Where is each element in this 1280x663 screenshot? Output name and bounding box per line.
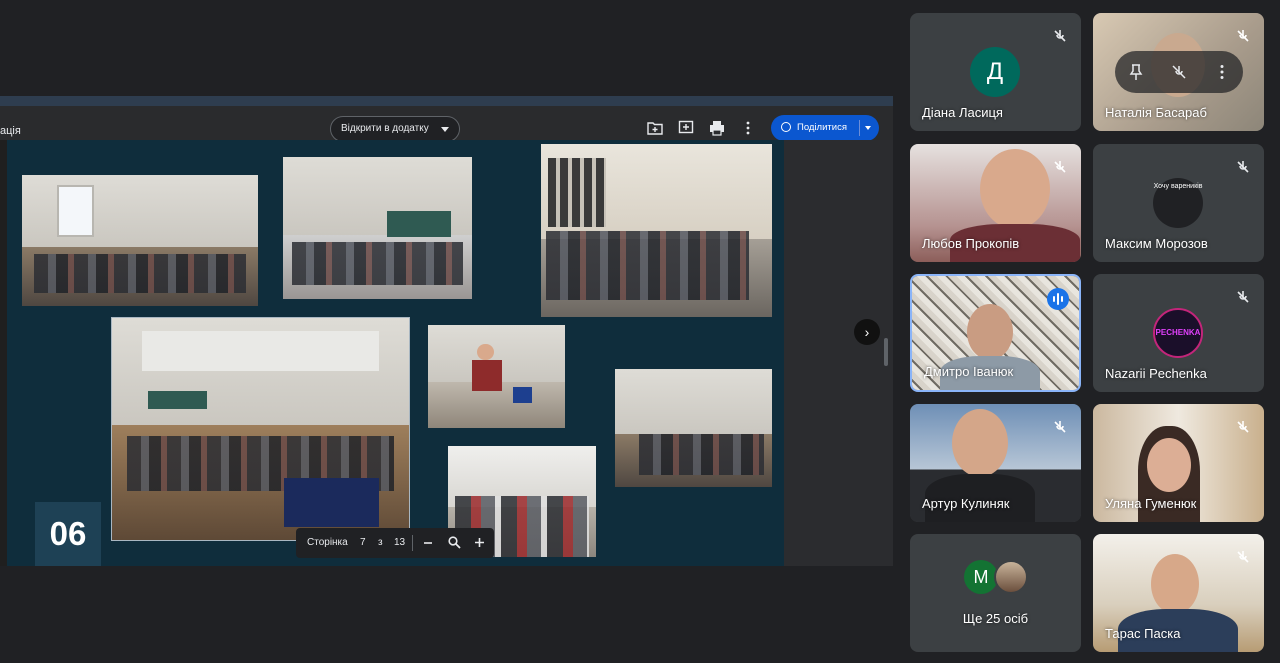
mic-off-icon [1237,421,1249,433]
share-label: Поділитися [797,122,847,133]
mic-off-icon [1054,421,1066,433]
mic-off-icon [1237,291,1249,303]
open-in-app-label: Відкрити в додатку [341,123,429,134]
participant-face [980,149,1050,229]
zoom-in-icon[interactable] [474,537,485,548]
participant-tile[interactable]: Любов Прокопів [910,144,1081,262]
document-background [784,140,893,566]
participant-name: Наталія Басараб [1105,105,1207,120]
slide-photo-computer-lab [111,317,410,541]
print-icon[interactable] [709,120,725,136]
participant-tile[interactable]: Д Діана Ласиця [910,13,1081,131]
presentation-stage: ація Відкрити в додатку Поділитися 06 Ст… [0,96,893,566]
participant-face [1151,554,1199,614]
participant-name: Артур Кулиняк [922,496,1010,511]
more-participants-label: Ще 25 осіб [962,611,1029,626]
participant-name: Максим Морозов [1105,236,1208,251]
avatar: Д [970,47,1020,97]
more-options-icon[interactable] [1213,63,1231,81]
mic-off-icon [1054,161,1066,173]
more-participants-tile[interactable]: М Ще 25 осіб [910,534,1081,652]
participant-face-front [1147,438,1191,492]
share-divider [859,120,860,136]
slide-photo-classroom-1 [22,175,258,306]
total-pages: 13 [394,537,406,548]
avatar-photo [994,560,1028,594]
globe-icon [781,122,791,132]
participant-name: Nazarii Pechenka [1105,366,1207,381]
participant-tile[interactable]: Артур Кулиняк [910,404,1081,522]
audio-level-icon [1047,288,1069,310]
avatar: PECHENKA [1153,308,1203,358]
slide-photo-lab-wide [615,369,772,487]
next-page-button[interactable]: › [854,319,880,345]
open-in-app-button[interactable]: Відкрити в додатку [330,116,460,142]
mic-off-icon [1054,30,1066,42]
participant-name: Любов Прокопів [922,236,1020,251]
chevron-right-icon: › [864,324,870,340]
participant-tile[interactable]: Хочу вареників Максим Морозов [1093,144,1264,262]
slide-number: 06 [35,502,101,566]
mute-icon[interactable] [1170,63,1188,81]
participant-name: Тарас Паска [1105,626,1181,641]
add-to-drive-icon[interactable] [647,120,663,136]
share-button[interactable]: Поділитися [771,115,879,141]
zoom-icon[interactable] [448,536,461,549]
zoom-out-icon[interactable] [423,538,433,548]
participant-name: Уляна Гуменюк [1105,496,1197,511]
participant-face [952,409,1008,477]
slide-photo-teacher [428,325,565,428]
participant-tile[interactable]: Тарас Паска [1093,534,1264,652]
page-label: Сторінка [307,537,348,548]
chevron-down-icon [440,127,449,132]
participant-name: Діана Ласиця [922,105,1003,120]
mic-off-icon [1237,161,1249,173]
scrollbar[interactable] [884,338,888,366]
participant-tile[interactable]: Уляна Гуменюк [1093,404,1264,522]
mic-off-icon [1237,30,1249,42]
page-of-label: з [378,537,383,548]
slide-photo-classroom-2 [283,157,472,299]
add-comment-icon[interactable] [678,120,694,136]
presentation-slide: 06 [7,140,784,566]
more-vert-icon[interactable] [740,120,756,136]
file-title: ація [0,125,21,137]
avatar: Хочу вареників [1153,178,1203,228]
tile-hover-controls [1115,51,1243,93]
slide-photo-hallway [541,144,772,317]
mic-off-icon [1237,551,1249,563]
stage-top-strip [0,96,893,106]
viewer-toolbar: ація Відкрити в додатку Поділитися [0,106,893,142]
current-page-input[interactable]: 7 [360,528,366,558]
participant-tile[interactable]: PECHENKA Nazarii Pechenka [1093,274,1264,392]
participant-face [967,304,1013,360]
page-controls: Сторінка 7 з 13 [296,528,494,558]
chevron-down-icon[interactable] [865,126,871,130]
avatar: М [964,560,998,594]
pin-icon[interactable] [1127,63,1145,81]
participant-tile-speaking[interactable]: Дмитро Іванюк [910,274,1081,392]
participant-name: Дмитро Іванюк [924,364,1014,379]
